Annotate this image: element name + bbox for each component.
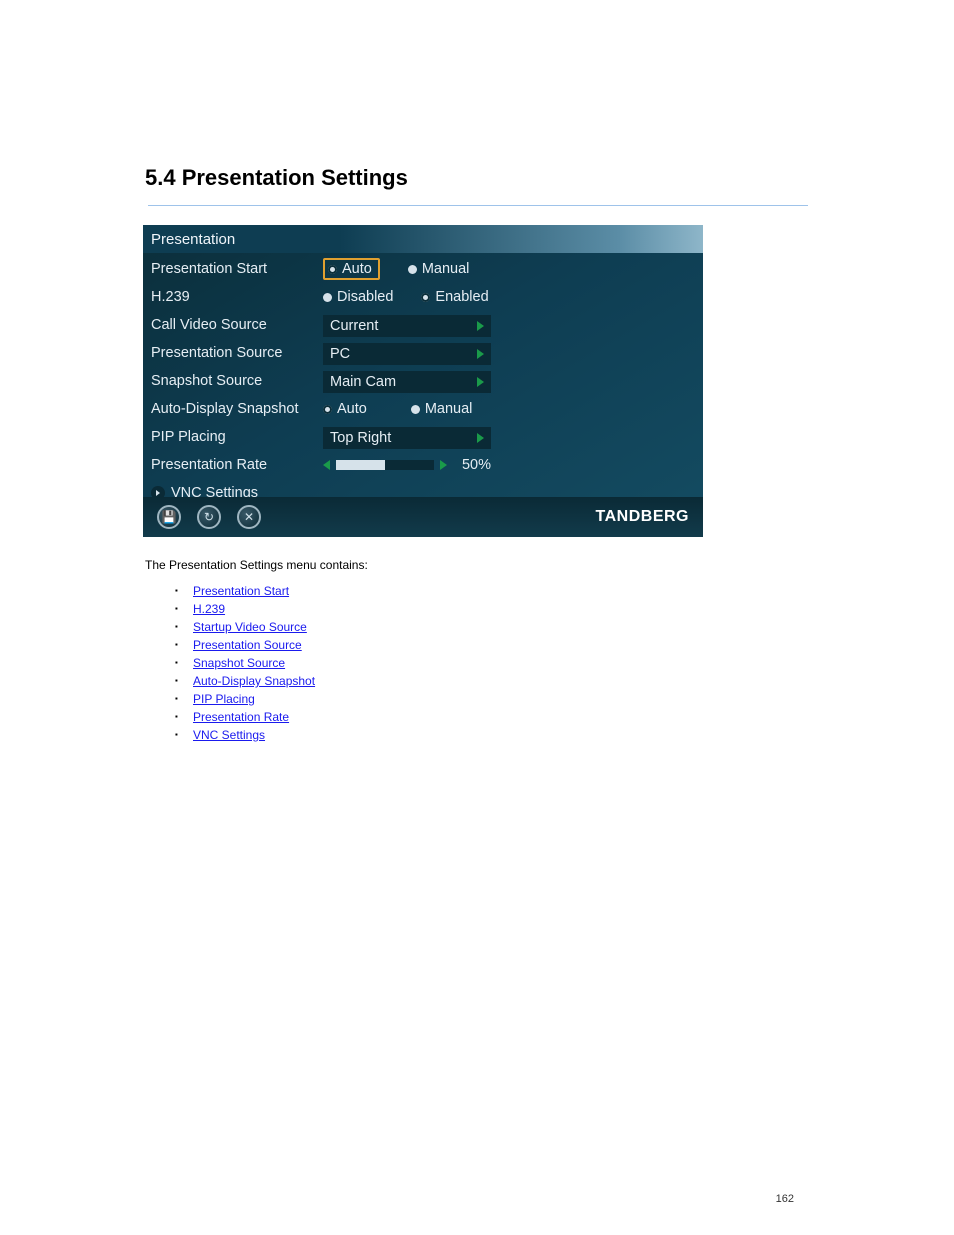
link-vnc-settings[interactable]: VNC Settings bbox=[193, 728, 265, 742]
panel-content: Presentation Start Auto Manual H.239 Dis… bbox=[143, 253, 703, 507]
link-list: Presentation Start H.239 Startup Video S… bbox=[175, 582, 805, 744]
link-snapshot-source[interactable]: Snapshot Source bbox=[193, 656, 285, 670]
chevron-right-icon bbox=[477, 349, 484, 359]
row-call-video-source: Call Video Source Current bbox=[151, 311, 695, 339]
link-pip-placing[interactable]: PIP Placing bbox=[193, 692, 255, 706]
row-snapshot-source: Snapshot Source Main Cam bbox=[151, 367, 695, 395]
label-h239: H.239 bbox=[151, 289, 323, 305]
select-value: Current bbox=[330, 318, 378, 334]
radio-bullet-icon bbox=[323, 405, 332, 414]
row-presentation-source: Presentation Source PC bbox=[151, 339, 695, 367]
footer-icons: 💾 ↻ ✕ bbox=[157, 505, 261, 529]
radio-group-h239: Disabled Enabled bbox=[323, 289, 517, 305]
link-presentation-source[interactable]: Presentation Source bbox=[193, 638, 302, 652]
row-presentation-rate: Presentation Rate 50% bbox=[151, 451, 695, 479]
intro-text: The Presentation Settings menu contains: bbox=[145, 556, 805, 574]
chevron-right-icon bbox=[477, 433, 484, 443]
refresh-icon[interactable]: ↻ bbox=[197, 505, 221, 529]
save-icon[interactable]: 💾 bbox=[157, 505, 181, 529]
slider-fill bbox=[336, 460, 385, 470]
section-divider bbox=[148, 205, 808, 206]
section-title: 5.4 Presentation Settings bbox=[145, 165, 408, 191]
radio-label: Disabled bbox=[337, 289, 393, 305]
radio-presentation-start-manual[interactable]: Manual bbox=[408, 261, 470, 277]
page-number: 162 bbox=[776, 1193, 794, 1205]
radio-bullet-icon bbox=[411, 405, 420, 414]
label-snapshot-source: Snapshot Source bbox=[151, 373, 323, 389]
link-presentation-start[interactable]: Presentation Start bbox=[193, 584, 289, 598]
radio-auto-display-auto[interactable]: Auto bbox=[323, 401, 367, 417]
slider-track[interactable] bbox=[336, 460, 434, 470]
chevron-right-icon bbox=[477, 321, 484, 331]
select-value: Main Cam bbox=[330, 374, 396, 390]
row-presentation-start: Presentation Start Auto Manual bbox=[151, 255, 695, 283]
radio-label: Manual bbox=[422, 261, 470, 277]
link-startup-video-source[interactable]: Startup Video Source bbox=[193, 620, 307, 634]
panel-footer: 💾 ↻ ✕ TANDBERG bbox=[143, 497, 703, 537]
slider-value: 50% bbox=[451, 457, 491, 473]
radio-bullet-icon bbox=[323, 293, 332, 302]
row-pip-placing: PIP Placing Top Right bbox=[151, 423, 695, 451]
label-presentation-source: Presentation Source bbox=[151, 345, 323, 361]
radio-bullet-icon bbox=[421, 293, 430, 302]
row-h239: H.239 Disabled Enabled bbox=[151, 283, 695, 311]
label-pip-placing: PIP Placing bbox=[151, 429, 323, 445]
chevron-right-icon bbox=[477, 377, 484, 387]
body-text: The Presentation Settings menu contains:… bbox=[145, 556, 805, 744]
increase-icon[interactable] bbox=[440, 460, 447, 470]
radio-label: Auto bbox=[337, 401, 367, 417]
presentation-settings-panel: Presentation Presentation Start Auto Man… bbox=[143, 225, 703, 537]
select-call-video-source[interactable]: Current bbox=[323, 315, 491, 337]
select-presentation-source[interactable]: PC bbox=[323, 343, 491, 365]
radio-presentation-start-auto[interactable]: Auto bbox=[323, 258, 380, 280]
select-value: PC bbox=[330, 346, 350, 362]
label-auto-display-snapshot: Auto-Display Snapshot bbox=[151, 401, 323, 417]
radio-auto-display-manual[interactable]: Manual bbox=[411, 401, 473, 417]
radio-label: Manual bbox=[425, 401, 473, 417]
radio-group-auto-display: Auto Manual bbox=[323, 401, 500, 417]
radio-label: Auto bbox=[342, 261, 372, 277]
select-value: Top Right bbox=[330, 430, 391, 446]
label-presentation-rate: Presentation Rate bbox=[151, 457, 323, 473]
link-h239[interactable]: H.239 bbox=[193, 602, 225, 616]
brand-logo: TANDBERG bbox=[596, 508, 689, 526]
select-pip-placing[interactable]: Top Right bbox=[323, 427, 491, 449]
link-presentation-rate[interactable]: Presentation Rate bbox=[193, 710, 289, 724]
radio-h239-enabled[interactable]: Enabled bbox=[421, 289, 488, 305]
radio-label: Enabled bbox=[435, 289, 488, 305]
select-snapshot-source[interactable]: Main Cam bbox=[323, 371, 491, 393]
radio-group-presentation-start: Auto Manual bbox=[323, 258, 497, 280]
row-auto-display-snapshot: Auto-Display Snapshot Auto Manual bbox=[151, 395, 695, 423]
close-icon[interactable]: ✕ bbox=[237, 505, 261, 529]
slider-presentation-rate[interactable]: 50% bbox=[323, 454, 491, 476]
panel-title: Presentation bbox=[143, 225, 703, 253]
radio-bullet-icon bbox=[328, 265, 337, 274]
radio-bullet-icon bbox=[408, 265, 417, 274]
decrease-icon[interactable] bbox=[323, 460, 330, 470]
radio-h239-disabled[interactable]: Disabled bbox=[323, 289, 393, 305]
label-call-video-source: Call Video Source bbox=[151, 317, 323, 333]
link-auto-display-snapshot[interactable]: Auto-Display Snapshot bbox=[193, 674, 315, 688]
label-presentation-start: Presentation Start bbox=[151, 261, 323, 277]
